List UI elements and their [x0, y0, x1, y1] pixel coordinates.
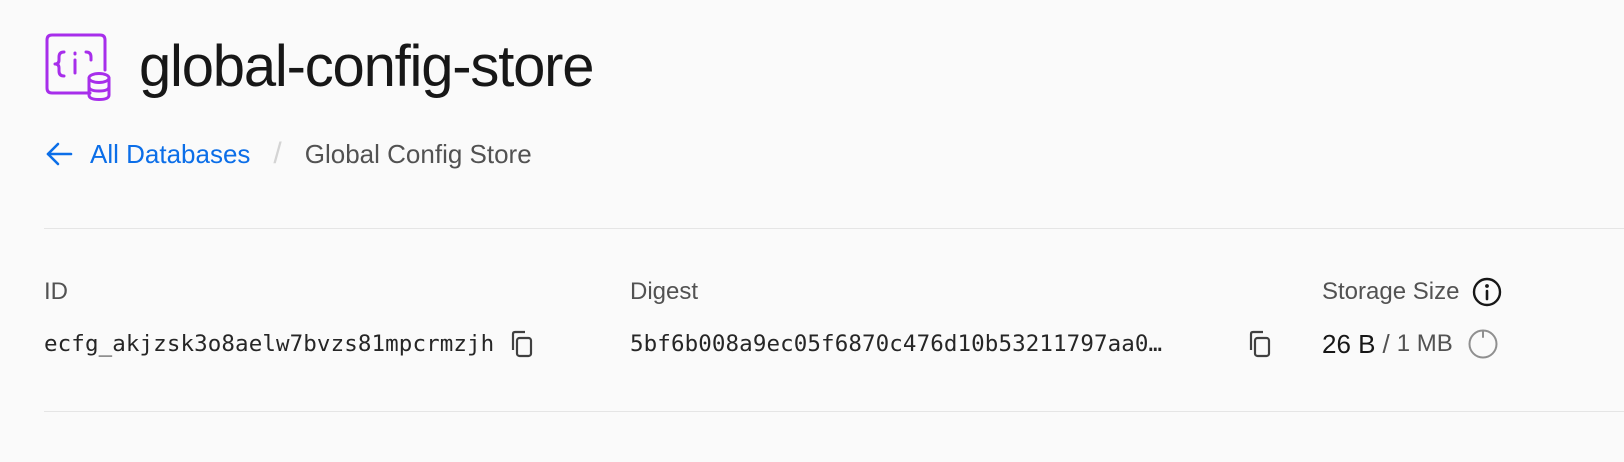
section-divider-bottom — [44, 411, 1624, 412]
arrow-left-icon — [46, 142, 73, 166]
breadcrumb: All Databases / Global Config Store — [44, 136, 532, 172]
digest-field: Digest 5bf6b008a9ec05f6870c476d10b532117… — [630, 276, 1276, 362]
storage-separator: / — [1382, 328, 1390, 359]
breadcrumb-separator: / — [273, 137, 282, 170]
id-value: ecfg_akjzsk3o8aelw7bvzs81mpcrmzjh — [44, 331, 495, 357]
section-divider-top — [44, 228, 1624, 229]
database-detail-page: global-config-store All Databases / Glob… — [0, 0, 1624, 462]
id-value-row: ecfg_akjzsk3o8aelw7bvzs81mpcrmzjh — [44, 326, 538, 362]
storage-limit: 1 MB — [1396, 330, 1453, 357]
digest-value-row: 5bf6b008a9ec05f6870c476d10b53211797aa0… — [630, 326, 1276, 362]
copy-icon — [1249, 330, 1271, 358]
digest-value: 5bf6b008a9ec05f6870c476d10b53211797aa0… — [630, 331, 1163, 357]
all-databases-link[interactable]: All Databases — [44, 139, 250, 170]
storage-size-label: Storage Size — [1322, 278, 1460, 305]
info-icon[interactable] — [1471, 276, 1503, 308]
all-databases-label: All Databases — [90, 138, 251, 169]
copy-digest-button[interactable] — [1244, 328, 1276, 360]
digest-label: Digest — [630, 278, 699, 305]
page-header: global-config-store — [44, 32, 595, 102]
page-title: global-config-store — [139, 34, 595, 99]
id-field: ID ecfg_akjzsk3o8aelw7bvzs81mpcrmzjh — [44, 276, 538, 362]
breadcrumb-current: Global Config Store — [304, 138, 532, 169]
storage-size-label-row: Storage Size — [1322, 276, 1503, 308]
id-label: ID — [44, 278, 68, 305]
copy-id-button[interactable] — [506, 328, 538, 360]
edge-config-database-icon — [45, 33, 111, 101]
storage-used: 26 B — [1322, 328, 1376, 359]
copy-icon — [512, 330, 533, 358]
storage-size-value-row: 26 B / 1 MB — [1322, 326, 1503, 362]
storage-size-field: Storage Size 26 B / 1 MB — [1322, 276, 1503, 362]
usage-ring-icon — [1468, 329, 1498, 359]
